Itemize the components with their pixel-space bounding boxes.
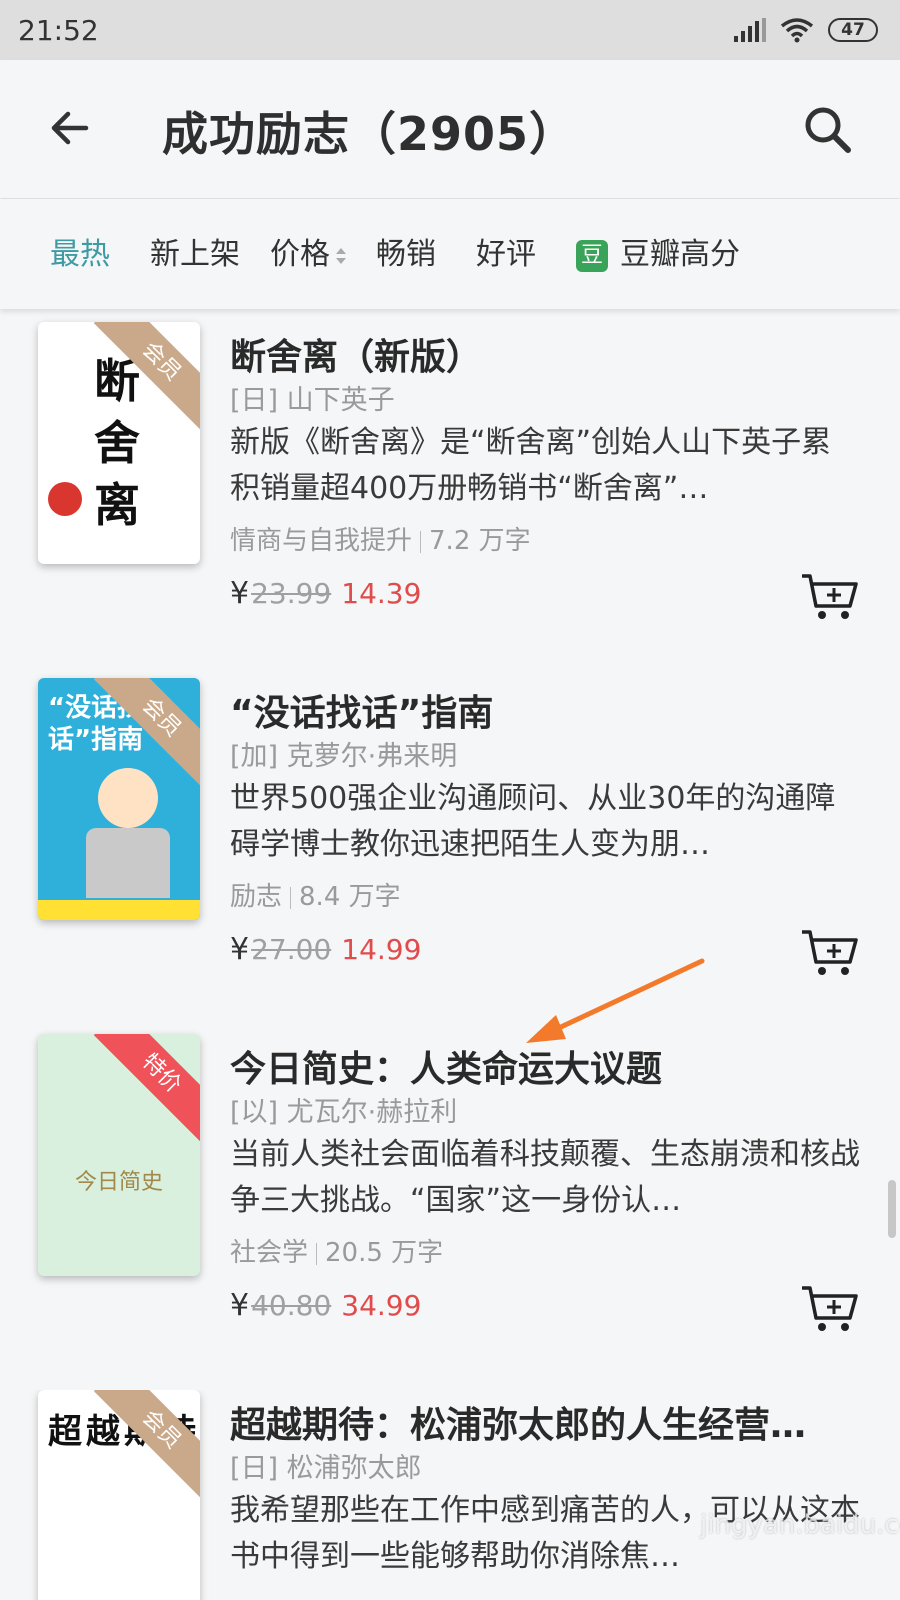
filter-bar: 最热 新上架 价格 畅销 好评 豆豆瓣高分 — [0, 199, 900, 309]
book-title[interactable]: 今日简史：人类命运大议题 — [230, 1040, 662, 1092]
filter-price[interactable]: 价格 — [270, 229, 348, 273]
cover-badge — [48, 482, 82, 516]
list-item[interactable]: 今日简史 特价 今日简史：人类命运大议题 [以] 尤瓦尔·赫拉利 当前人类社会面… — [0, 1034, 900, 1394]
book-title[interactable]: 超越期待：松浦弥太郎的人生经营… — [230, 1396, 806, 1448]
meta-divider — [316, 1242, 318, 1265]
sale-price: 14.99 — [341, 933, 422, 966]
book-words: 8.4 万字 — [299, 882, 401, 912]
filter-douban[interactable]: 豆豆瓣高分 — [576, 229, 740, 273]
status-icons: 47 — [734, 17, 878, 43]
book-title[interactable]: “没话找话”指南 — [230, 684, 493, 736]
page-title: 成功励志（2905） — [162, 107, 577, 161]
book-title[interactable]: 断舍离（新版） — [230, 328, 482, 380]
original-price: 27.00 — [251, 933, 332, 966]
cover-figure-body — [86, 828, 170, 898]
sale-ribbon: 特价 — [93, 1034, 200, 1142]
book-author: [日] 松浦弥太郎 — [230, 1453, 422, 1484]
book-words: 7.2 万字 — [429, 526, 531, 556]
book-description: 新版《断舍离》是“断舍离”创始人山下英子累积销量超400万册畅销书“断舍离”… — [230, 425, 832, 506]
filter-new[interactable]: 新上架 — [150, 229, 240, 273]
book-author: [加] 克萝尔·弗来明 — [230, 741, 458, 772]
book-meta: 社会学 20.5 万字 — [230, 1232, 443, 1269]
book-cover[interactable]: 超越期待 会员 — [38, 1390, 200, 1600]
battery-indicator: 47 — [828, 18, 878, 42]
status-time: 21:52 — [18, 13, 99, 47]
book-cover[interactable]: 今日简史 特价 — [38, 1034, 200, 1276]
status-bar: 21:52 47 — [0, 0, 900, 60]
book-price: ¥27.00 14.99 — [230, 932, 421, 967]
currency-symbol: ¥ — [230, 576, 250, 611]
list-item[interactable]: 断舍离 会员 断舍离（新版） [日] 山下英子 新版《断舍离》是“断舍离”创始人… — [0, 322, 900, 682]
cover-figure — [98, 768, 158, 828]
book-words: 20.5 万字 — [325, 1238, 444, 1268]
douban-icon: 豆 — [576, 239, 608, 272]
book-meta: 情商与自我提升 7.2 万字 — [230, 520, 531, 557]
search-icon[interactable] — [800, 102, 856, 158]
currency-symbol: ¥ — [230, 1288, 250, 1323]
sale-price: 34.99 — [341, 1289, 422, 1322]
book-price: ¥23.99 14.39 — [230, 576, 421, 611]
add-to-cart-icon[interactable] — [800, 928, 860, 978]
book-category: 社会学 — [230, 1238, 309, 1268]
book-cover[interactable]: “没话找话”指南 会员 — [38, 678, 200, 920]
book-description: 当前人类社会面临着科技颠覆、生态崩溃和核战争三大挑战。“国家”这一身份认… — [230, 1137, 860, 1218]
add-to-cart-icon[interactable] — [800, 572, 860, 622]
book-meta: 励志 8.4 万字 — [230, 876, 401, 913]
cover-title: 今日简史 — [74, 1170, 163, 1195]
book-author: [以] 尤瓦尔·赫拉利 — [230, 1097, 458, 1128]
filter-hot[interactable]: 最热 — [50, 229, 110, 273]
filter-douban-label: 豆瓣高分 — [620, 237, 740, 272]
back-arrow-icon[interactable] — [46, 104, 94, 152]
filter-price-label: 价格 — [270, 237, 330, 272]
meta-divider — [290, 886, 292, 909]
currency-symbol: ¥ — [230, 932, 250, 967]
app-header: 成功励志（2905） — [0, 60, 900, 198]
book-description: 世界500强企业沟通顾问、从业30年的沟通障碍学博士教你迅速把陌生人变为朋… — [230, 781, 836, 862]
book-price: ¥40.80 34.99 — [230, 1288, 421, 1323]
cover-title: 断舍离 — [94, 354, 140, 532]
list-item[interactable]: “没话找话”指南 会员 “没话找话”指南 [加] 克萝尔·弗来明 世界500强企… — [0, 678, 900, 1038]
add-to-cart-icon[interactable] — [800, 1284, 860, 1334]
book-cover[interactable]: 断舍离 会员 — [38, 322, 200, 564]
wifi-icon — [780, 18, 814, 43]
book-category: 励志 — [230, 882, 283, 912]
signal-icon — [734, 18, 766, 42]
cover-band — [38, 900, 200, 920]
filter-bestseller[interactable]: 畅销 — [376, 229, 436, 273]
meta-divider — [420, 530, 422, 553]
watermark: jingyan.baidu.com — [700, 1510, 900, 1540]
scrollbar[interactable] — [888, 1180, 896, 1238]
book-category: 情商与自我提升 — [230, 526, 413, 556]
original-price: 40.80 — [251, 1289, 332, 1322]
original-price: 23.99 — [251, 577, 332, 610]
book-author: [日] 山下英子 — [230, 385, 395, 416]
sort-arrows-icon — [336, 247, 346, 264]
list-item[interactable]: 超越期待 会员 超越期待：松浦弥太郎的人生经营… [日] 松浦弥太郎 我希望那些… — [0, 1390, 900, 1600]
filter-good-reviews[interactable]: 好评 — [476, 229, 536, 273]
sale-price: 14.39 — [341, 577, 422, 610]
